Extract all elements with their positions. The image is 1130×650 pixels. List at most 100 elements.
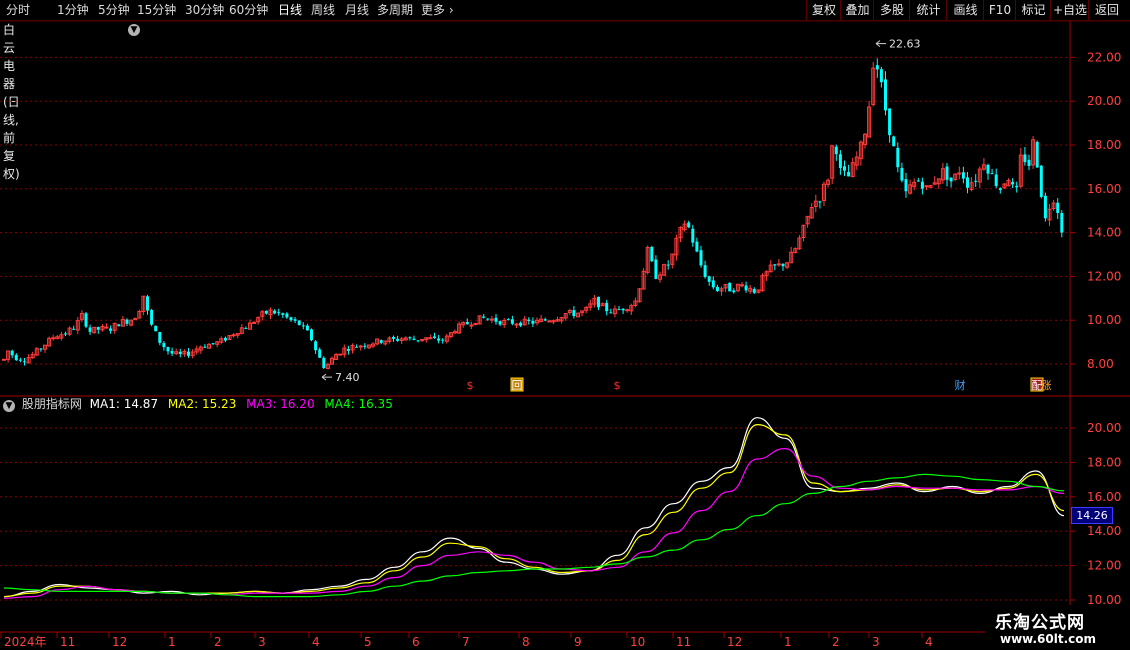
toolbar-button-5[interactable]: F10 [983,0,1016,20]
event-marker-0: $ [467,379,474,392]
toolbar-button-3[interactable]: 统计 [909,0,947,20]
candle-body-43 [178,351,182,355]
tab-period-7[interactable]: 周线 [311,2,335,18]
candle-body-75 [310,329,313,341]
current-value-badge: 14.26 [1071,507,1113,524]
candle-body-61 [252,321,257,324]
toolbar-button-8[interactable]: 返回 [1088,0,1125,20]
candle-body-253 [1039,165,1043,197]
candle-body-231 [949,177,953,182]
candle-body-105 [433,336,436,338]
candle-body-41 [170,350,174,354]
candle-body-21 [88,327,92,332]
time-label-18: 4 [925,635,933,649]
toolbar-button-4[interactable]: 画线 [946,0,984,20]
candle-body-174 [715,286,719,292]
candle-body-170 [699,250,703,266]
candle-body-190 [781,263,785,267]
candle-body-82 [338,353,343,356]
candle-body-223 [916,180,920,182]
candle-body-2 [10,350,14,356]
tab-period-6[interactable]: 日线 [278,2,302,18]
period-toolbar: 分时 1分钟 5分钟 15分钟 30分钟 60分钟 日线 周线 月线 多周期 更多 › 复权 叠加 多股统… [0,0,1130,21]
annotation-text-0: 22.63 [889,38,921,51]
candle-body-180 [740,284,744,287]
event-marker-5: 涨 [1041,379,1052,392]
ma1-label: MA1: 14.87 [89,397,159,411]
candle-body-36 [150,309,154,325]
tab-period-8[interactable]: 月线 [345,2,369,18]
price-tick-label-2: 12.00 [1087,269,1121,283]
candle-body-59 [244,328,248,330]
chevron-down-icon[interactable]: ▼ [3,400,15,412]
candle-body-76 [314,341,318,351]
tab-period-4[interactable]: 30分钟 [185,2,224,18]
candle-body-169 [695,241,699,252]
candle-body-219 [900,167,904,181]
candle-body-20 [84,313,88,327]
ma2-label: MA2: 15.23 [167,397,237,411]
candle-body-139 [572,310,576,317]
price-tick-label-1: 10.00 [1087,313,1121,327]
candle-body-148 [609,312,613,314]
candle-body-88 [363,345,367,347]
chart-canvas: 8.0010.0012.0014.0016.0018.0020.0022.00 … [0,20,1130,649]
time-label-10: 8 [522,635,530,649]
candle-body-17 [72,328,76,330]
candle-body-38 [158,332,162,343]
candle-body-145 [597,296,600,308]
candle-body-129 [531,320,535,324]
toolbar-button-7[interactable]: +自选 [1050,0,1089,20]
candle-body-71 [293,319,297,321]
candle-body-121 [498,321,502,325]
toolbar-button-0[interactable]: 复权 [806,0,841,20]
candle-body-128 [527,319,531,322]
candle-body-40 [166,347,170,352]
candle-body-158 [650,246,654,262]
time-label-16: 2 [832,635,840,649]
candle-body-3 [14,354,18,361]
tab-period-3[interactable]: 15分钟 [137,2,176,18]
candle-body-74 [305,325,309,331]
toolbar-button-6[interactable]: 标记 [1015,0,1051,20]
time-label-9: 7 [462,635,470,649]
tab-period-2[interactable]: 5分钟 [98,2,130,18]
indicator-line-ma4 [3,473,1065,598]
candle-body-151 [621,308,625,311]
candle-body-133 [547,320,552,323]
candle-body-243 [998,188,1002,191]
tab-period-9[interactable]: 多周期 [377,2,413,18]
indicator-line-ma2 [3,423,1065,598]
indicator-tick-label-5: 20.00 [1087,421,1121,435]
indicator-tick-label-1: 12.00 [1087,559,1121,573]
candle-body-73 [301,325,305,327]
candle-body-120 [494,317,498,322]
indicator-title: ▼ 股朋指标网 MA1: 14.87 MA2: 15.23 MA3: 16.20… [3,396,399,412]
candle-body-101 [416,340,420,342]
tab-period-5[interactable]: 60分钟 [229,2,268,18]
candle-body-189 [776,263,781,266]
tab-period-1[interactable]: 1分钟 [57,2,89,18]
tab-period-10[interactable]: 更多 › [421,2,454,18]
tab-period-0[interactable]: 分时 [6,2,30,18]
candle-body-177 [728,282,732,292]
candle-body-28 [117,324,121,327]
candle-body-86 [355,346,359,348]
candle-body-188 [773,264,777,266]
candle-body-171 [703,265,707,278]
candle-body-25 [104,326,109,329]
time-label-6: 4 [312,635,320,649]
toolbar-button-2[interactable]: 多股 [873,0,910,20]
time-label-4: 2 [214,635,222,649]
price-axis: 8.00 10.00 12.00 14.00 16.00 18.00 20.00 22.00 [1070,50,1121,371]
candle-body-104 [428,337,433,340]
toolbar-button-1[interactable]: 叠加 [840,0,874,20]
candle-body-9 [39,348,43,350]
indicator-line-ma3 [3,447,1065,599]
candle-body-203 [834,146,838,155]
candle-body-99 [408,337,412,339]
candle-body-230 [945,166,949,180]
candle-body-240 [986,164,990,174]
candle-body-102 [420,338,425,341]
candle-body-67 [277,312,281,314]
